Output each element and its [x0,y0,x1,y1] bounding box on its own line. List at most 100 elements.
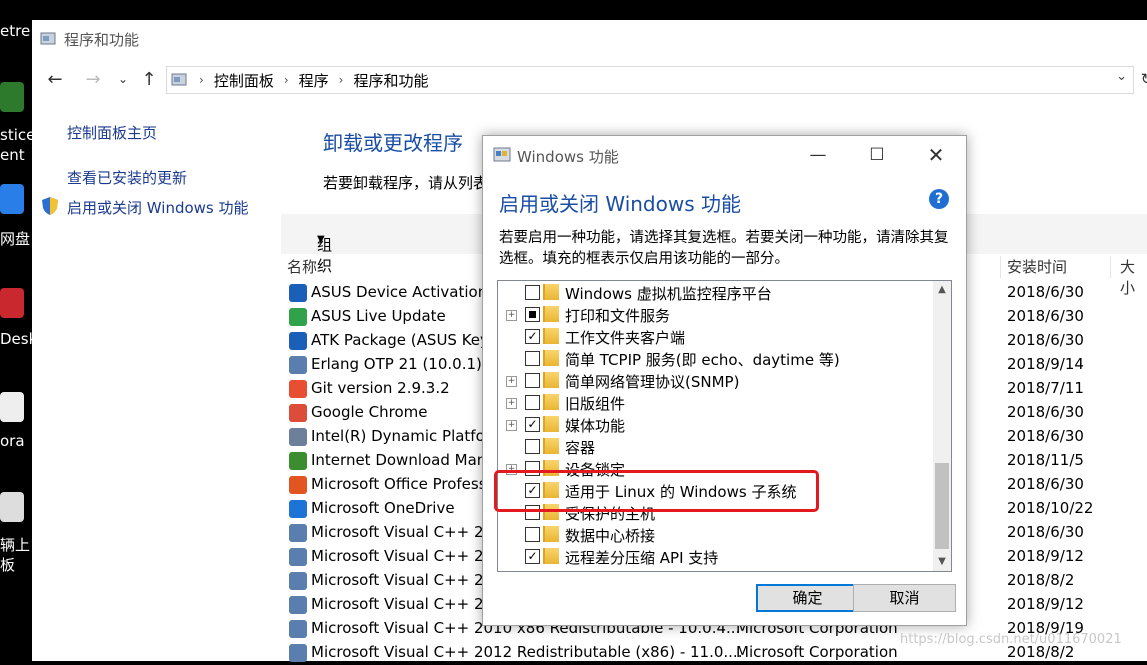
installed-updates-link[interactable]: 查看已安装的更新 [67,167,187,188]
folder-icon [543,306,559,322]
expand-icon[interactable]: + [506,398,517,409]
folder-icon [543,284,559,300]
desktop-label: ora [0,432,25,450]
program-name: Microsoft Visual C++ 20 [311,571,494,589]
feature-checkbox[interactable] [525,439,540,454]
windows-features-icon [493,147,511,162]
back-arrow-icon[interactable]: ← [44,64,66,94]
refresh-icon[interactable]: ↻ [1136,64,1147,94]
breadcrumb-control-panel[interactable]: 控制面板 [214,70,274,91]
expand-icon[interactable]: + [506,376,517,387]
feature-checkbox[interactable] [525,285,540,300]
column-header-size[interactable]: 大小 [1120,256,1147,297]
program-icon [289,332,307,350]
scroll-up-icon[interactable]: ▲ [933,281,951,299]
window-titlebar: 程序和功能 [32,20,1147,58]
expand-icon[interactable]: + [506,420,517,431]
document-icon[interactable] [0,492,24,522]
maximize-icon[interactable]: ☐ [847,136,907,174]
feature-item[interactable]: 简单 TCPIP 服务(即 echo、daytime 等) [498,348,932,370]
scroll-down-icon[interactable]: ▼ [933,553,951,571]
desktop-label: 网盘 [0,230,31,248]
program-name: Microsoft Visual C++ 20 [311,595,494,613]
feature-item[interactable]: + 旧版组件 [498,392,932,414]
feature-item[interactable]: ✓ 远程差分压缩 API 支持 [498,546,932,568]
address-bar[interactable]: › 控制面板 › 程序 › 程序和功能 ⌄ [166,66,1134,94]
help-icon[interactable]: ? [929,189,949,209]
program-icon [289,476,307,494]
scroll-thumb[interactable] [935,463,949,549]
ok-button[interactable]: 确定 [756,584,859,612]
windows-features-link[interactable]: 启用或关闭 Windows 功能 [67,197,249,218]
program-icon [289,404,307,422]
dialog-titlebar: Windows 功能 — ☐ ✕ [483,136,966,174]
feature-label: 简单 TCPIP 服务(即 echo、daytime 等) [565,351,840,369]
desktop-label: 辆上 [0,536,31,554]
tree-scrollbar[interactable]: ▲ ▼ [933,281,951,571]
features-tree: Windows 虚拟机监控程序平台 + 打印和文件服务 ✓ 工作文件夹客户端简单 TCP… [497,280,952,572]
feature-item[interactable]: 数据中心桥接 [498,524,932,546]
program-publisher: Microsoft Corporation [736,643,898,661]
redis-desktop-icon[interactable] [0,288,24,318]
column-header-name[interactable]: 名称 [287,256,317,278]
feature-label: 工作文件夹客户端 [565,329,686,347]
feature-checkbox[interactable] [525,373,540,388]
control-panel-home-link[interactable]: 控制面板主页 [67,122,157,143]
feature-checkbox[interactable] [525,395,540,410]
desktop-strip: etre stice ent 网盘 Desk ora 辆上 板 [0,0,32,661]
feature-label: 数据中心桥接 [565,527,656,545]
feature-item[interactable]: 容器 [498,436,932,458]
feature-checkbox[interactable]: ✓ [525,329,540,344]
feature-item[interactable]: + 打印和文件服务 [498,304,932,326]
program-icon [289,380,307,398]
program-icon [289,596,307,614]
feature-checkbox[interactable] [525,527,540,542]
folder-icon [543,350,559,366]
desktop-label: 板 [0,556,16,574]
program-date: 2018/8/2 [1007,571,1075,589]
feature-checkbox[interactable] [525,351,540,366]
dialog-title: Windows 功能 [517,148,619,166]
feature-label: 打印和文件服务 [565,307,671,325]
feature-label: 远程差分压缩 API 支持 [565,549,719,567]
program-date: 2018/6/30 [1007,475,1084,493]
baidu-netdisk-icon[interactable] [0,184,24,214]
highlight-box [494,470,819,512]
column-header-installed[interactable]: 安装时间 [1007,256,1067,278]
desktop-label: ent [0,146,25,164]
feature-checkbox[interactable] [525,307,540,322]
program-icon [289,500,307,518]
feature-label: 容器 [565,439,596,457]
feature-item[interactable]: ✓ 工作文件夹客户端 [498,326,932,348]
program-date: 2018/6/30 [1007,331,1084,349]
program-name: Git version 2.9.3.2 [311,379,450,397]
program-date: 2018/9/12 [1007,595,1084,613]
folder-icon [543,416,559,432]
program-icon [289,644,307,662]
expand-icon[interactable]: + [506,310,517,321]
feature-checkbox[interactable]: ✓ [525,549,540,564]
feature-checkbox[interactable]: ✓ [525,417,540,432]
cancel-button[interactable]: 取消 [853,584,956,612]
close-icon[interactable]: ✕ [906,136,966,174]
program-name: ASUS Device Activation [311,283,488,301]
minimize-icon[interactable]: — [788,136,848,174]
folder-icon [543,438,559,454]
forward-arrow-icon[interactable]: → [82,64,104,94]
program-date: 2018/6/30 [1007,523,1084,541]
up-arrow-icon[interactable]: ↑ [138,64,160,94]
recent-chevron-icon[interactable]: ⌄ [112,64,134,94]
address-dropdown-chevron-icon[interactable]: ⌄ [1116,69,1127,84]
watermark: https://blog.csdn.net/u011670021 [900,632,1122,647]
breadcrumb-programs[interactable]: 程序 [299,70,329,91]
feature-item[interactable]: + 简单网络管理协议(SNMP) [498,370,932,392]
breadcrumb-programs-features[interactable]: 程序和功能 [353,70,428,91]
desktop-app-icon[interactable] [0,82,24,112]
feature-item[interactable]: Windows 虚拟机监控程序平台 [498,282,932,304]
desktop-label: Desk [0,330,32,348]
windows-features-dialog: Windows 功能 — ☐ ✕ 启用或关闭 Windows 功能 ? 若要启用… [482,135,967,626]
typora-icon[interactable] [0,392,24,422]
page-subtitle: 若要卸载程序，请从列表 [323,174,489,192]
program-name: Microsoft OneDrive [311,499,455,517]
feature-item[interactable]: + ✓ 媒体功能 [498,414,932,436]
